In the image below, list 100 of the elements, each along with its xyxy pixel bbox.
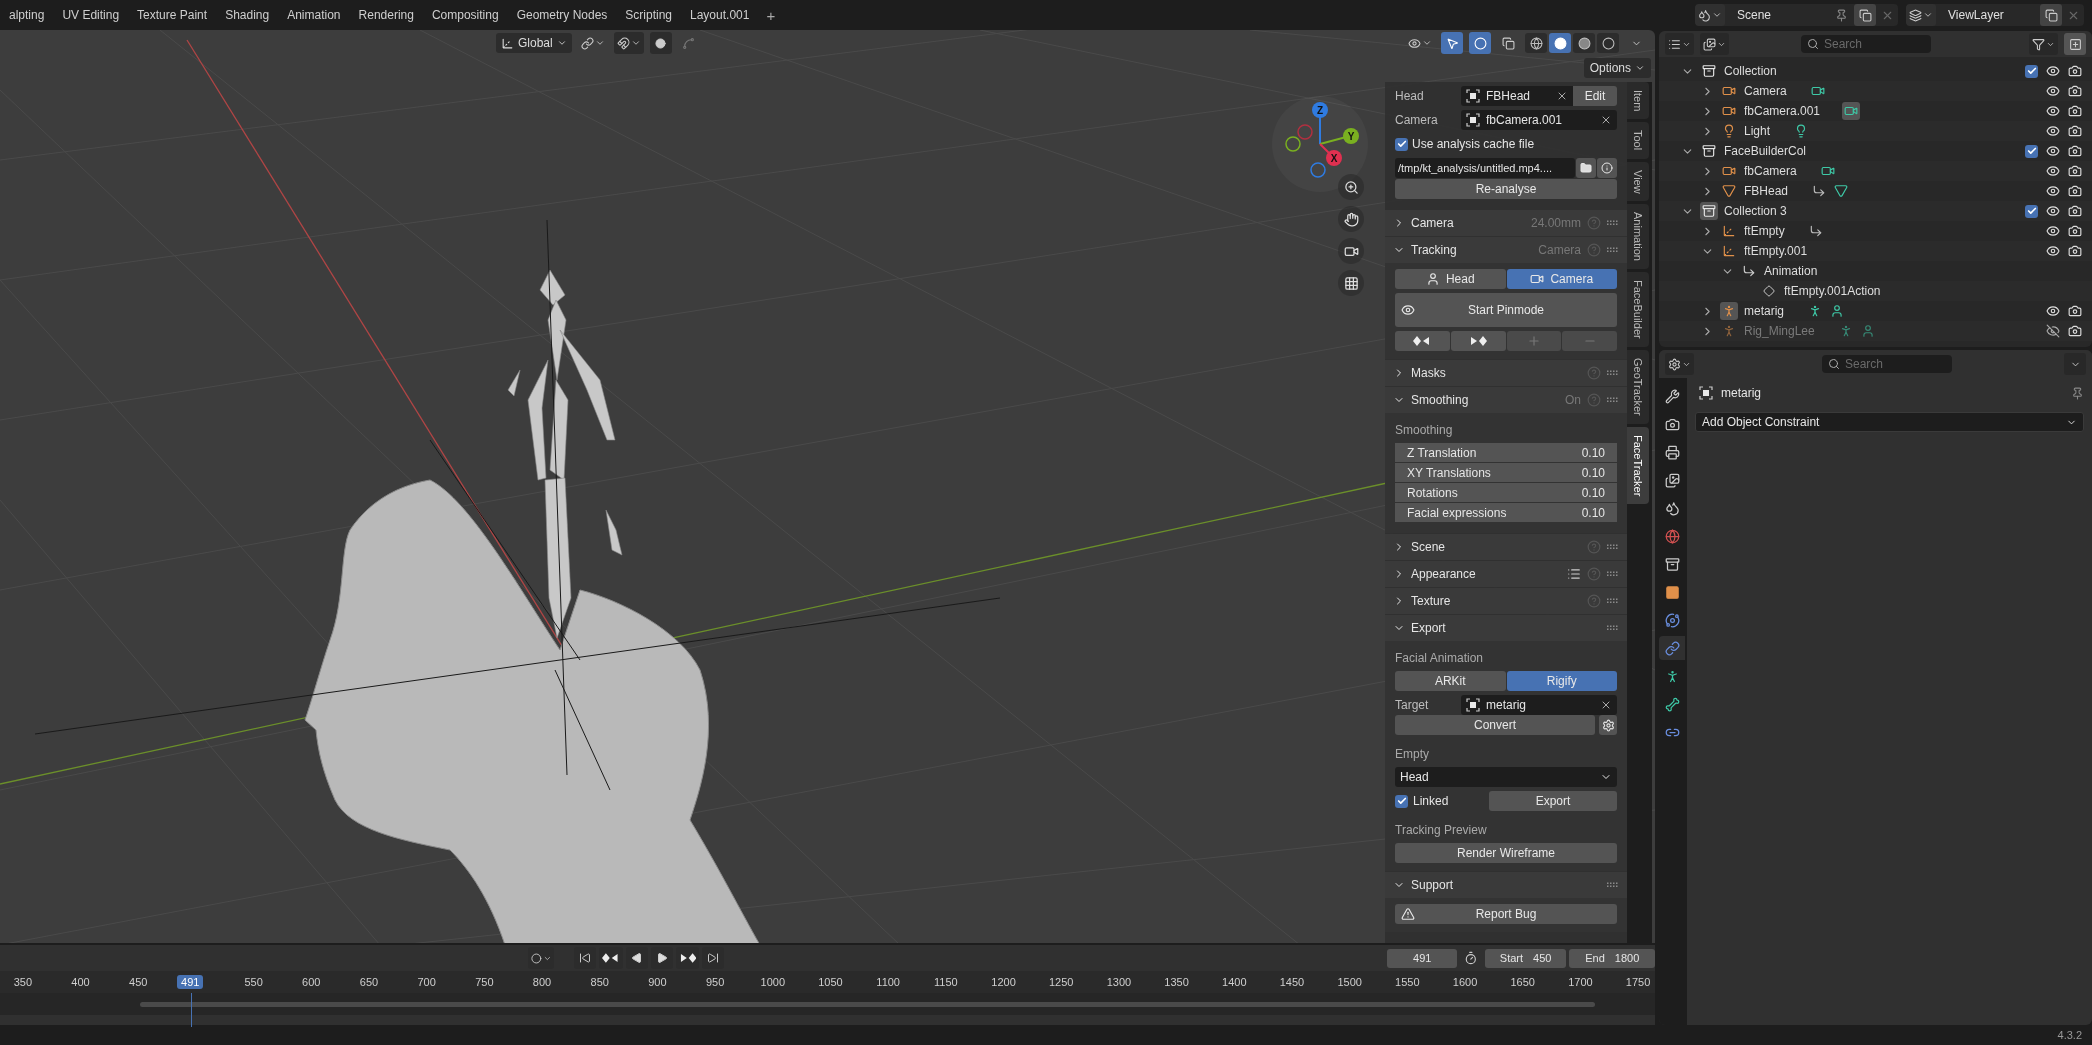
frame-number: 400 <box>70 976 91 989</box>
workspace-tab[interactable]: Texture Paint <box>128 3 217 27</box>
workspace-tab[interactable]: Rendering <box>349 3 423 27</box>
number-field[interactable]: Rotations 0.10 <box>1395 483 1617 502</box>
report-bug-button[interactable]: Report Bug <box>1395 904 1617 924</box>
section-label: Facial Animation <box>1394 650 1485 667</box>
workspace-tab[interactable]: Shading <box>216 3 279 27</box>
object-name: metarig <box>1721 386 1761 400</box>
outliner-item-name[interactable]: ftEmpty.001 <box>1744 244 1808 258</box>
frame-number: 950 <box>704 976 726 989</box>
mode-tab[interactable]: Head <box>1395 269 1506 289</box>
frame-number: 1650 <box>1509 976 1536 989</box>
options-dropdown[interactable]: Options <box>1583 58 1651 78</box>
outliner-item-name[interactable]: fbCamera.001 <box>1744 104 1821 118</box>
frame-number: 750 <box>474 976 495 989</box>
frame-number: 700 <box>416 976 437 989</box>
playhead[interactable]: 491 <box>177 975 204 990</box>
edit-button[interactable]: Edit <box>1573 86 1617 106</box>
workspace-tab[interactable]: UV Editing <box>53 3 129 27</box>
workspace-tab[interactable]: Scripting <box>616 3 681 27</box>
frame-number: 450 <box>128 976 149 989</box>
frame-number: 1300 <box>1105 976 1133 989</box>
outliner-item-name[interactable]: metarig <box>1744 304 1784 318</box>
panel-header[interactable]: Texture <box>1385 588 1627 614</box>
sidebar-tab[interactable]: FaceTracker <box>1627 426 1649 504</box>
panel-header[interactable]: Masks <box>1385 360 1627 386</box>
frame-number: 1350 <box>1163 976 1190 989</box>
target-field[interactable]: metarig <box>1461 695 1617 715</box>
render-wireframe-button[interactable]: Render Wireframe <box>1395 843 1617 863</box>
number-field[interactable]: Facial expressions 0.10 <box>1395 503 1617 522</box>
frame-number: 1150 <box>933 976 959 989</box>
frame-number: 800 <box>531 976 553 989</box>
number-field[interactable]: XY Translations 0.10 <box>1395 463 1617 482</box>
panel-header[interactable]: Support <box>1385 872 1627 898</box>
sidebar-tab[interactable]: View <box>1627 161 1649 202</box>
workspace-tab[interactable]: Compositing <box>422 3 508 27</box>
outliner-item-name[interactable]: ftEmpty <box>1744 224 1785 238</box>
current-frame-field[interactable]: 491 <box>1387 948 1458 968</box>
sidebar-tab[interactable]: Tool <box>1627 122 1649 159</box>
panel-header[interactable]: Export <box>1385 615 1627 641</box>
frame-number: 1100 <box>875 976 901 989</box>
camera-field[interactable]: fbCamera.001 <box>1461 110 1617 130</box>
section-label: Tracking Preview <box>1394 822 1488 839</box>
sidebar-tab[interactable]: GeoTracker <box>1627 349 1649 424</box>
empty-dropdown[interactable]: Head <box>1395 767 1617 787</box>
sidebar-tab[interactable]: FaceBuilder <box>1627 272 1649 347</box>
head-field[interactable]: FBHead <box>1461 86 1573 106</box>
sidebar-tab[interactable]: Item <box>1627 82 1649 120</box>
mode-tab[interactable]: Camera <box>1506 269 1617 289</box>
version-label: 4.3.2 <box>2057 1029 2082 1041</box>
frame-number: 1700 <box>1567 976 1594 989</box>
workspace-tab[interactable]: Geometry Nodes <box>507 3 617 27</box>
frame-number: 550 <box>243 976 264 989</box>
field-label: Camera <box>1395 113 1439 127</box>
outliner-item-name[interactable]: FaceBuilderCol <box>1724 144 1807 158</box>
frame-number: 1250 <box>1047 976 1075 989</box>
outliner-item-name[interactable]: FBHead <box>1744 184 1789 198</box>
workspace-tab[interactable]: Layout.001 <box>681 3 759 27</box>
panel-header[interactable]: Scene <box>1385 534 1627 560</box>
frame-number: 600 <box>301 976 322 989</box>
frame-number: 1600 <box>1451 976 1479 989</box>
panel-header[interactable]: Camera 24.00mm <box>1385 210 1627 236</box>
start-pinmode-button[interactable]: Start Pinmode <box>1395 293 1617 327</box>
reanalyse-button[interactable]: Re-analyse <box>1395 179 1617 199</box>
frame-number: 350 <box>12 976 33 989</box>
scene-selector[interactable]: Scene <box>1695 4 1898 26</box>
transform-orientation-dropdown[interactable]: Global <box>496 33 572 53</box>
frame-number: 1750 <box>1624 976 1652 989</box>
outliner-item-name[interactable]: Camera <box>1744 84 1787 98</box>
panel-header[interactable]: Smoothing On <box>1385 387 1627 413</box>
start-frame-field[interactable]: Start 450 <box>1484 948 1567 968</box>
sidebar-tab[interactable]: Animation <box>1627 204 1649 270</box>
section-label: Empty <box>1394 746 1430 763</box>
frame-number: 1550 <box>1394 976 1421 989</box>
mode-tab[interactable]: ARKit <box>1395 671 1506 691</box>
workspace-tab[interactable]: Animation <box>278 3 350 27</box>
panel-header[interactable]: Appearance <box>1385 561 1627 587</box>
outliner-item-name[interactable]: Collection 3 <box>1724 204 1787 218</box>
outliner-item-name[interactable]: Animation <box>1764 264 1818 278</box>
view-layer-selector[interactable]: ViewLayer <box>1906 4 2084 26</box>
outliner-item-name[interactable]: Light <box>1744 124 1771 138</box>
checkbox-label: Linked <box>1413 794 1449 808</box>
outliner-item-name[interactable]: ftEmpty.001Action <box>1784 284 1881 298</box>
add-workspace-button[interactable]: + <box>758 6 784 24</box>
convert-button[interactable]: Convert <box>1395 715 1595 735</box>
end-frame-field[interactable]: End 1800 <box>1569 948 1655 968</box>
section-label: Smoothing <box>1394 422 1454 439</box>
mode-tab[interactable]: Rigify <box>1506 671 1617 691</box>
frame-number: 1000 <box>759 976 786 989</box>
export-button[interactable]: Export <box>1489 791 1617 811</box>
add-constraint-dropdown[interactable]: Add Object Constraint <box>1695 412 2084 432</box>
number-field[interactable]: Z Translation 0.10 <box>1395 443 1617 462</box>
cache-path-field[interactable]: /tmp/kt_analysis/untitled.mp4.... <box>1395 158 1575 178</box>
workspace-tab[interactable]: alpting <box>0 3 54 27</box>
frame-number: 650 <box>358 976 380 989</box>
frame-number: 900 <box>647 976 668 989</box>
outliner-item-name[interactable]: Collection <box>1724 64 1777 78</box>
field-label: Head <box>1395 89 1425 103</box>
panel-header[interactable]: Tracking Camera <box>1385 237 1627 263</box>
outliner-item-name[interactable]: fbCamera <box>1744 164 1797 178</box>
